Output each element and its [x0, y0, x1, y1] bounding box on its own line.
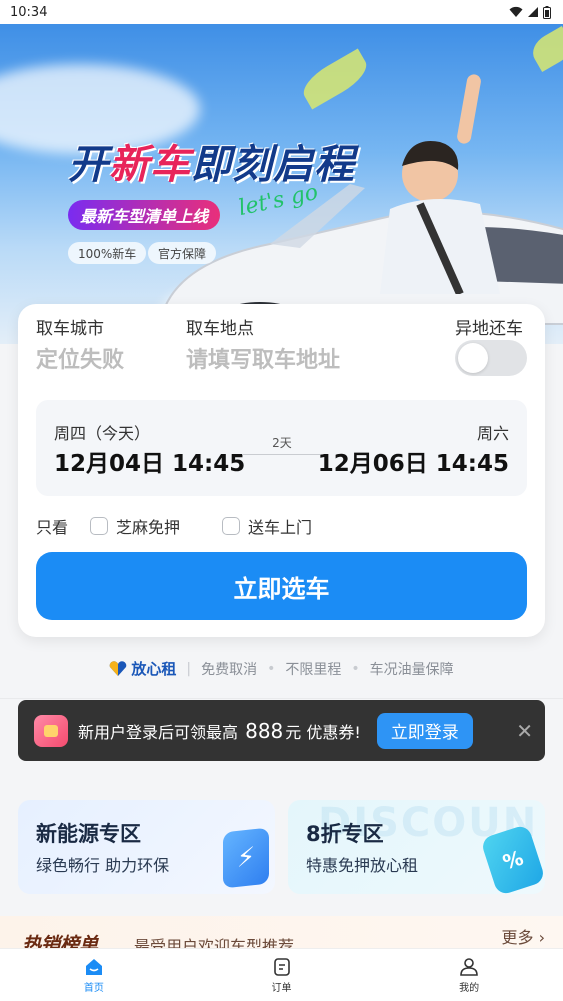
promo-discount[interactable]: DISCOUN 8折专区 特惠免押放心租 % [288, 800, 545, 894]
driver-illustration [380, 74, 500, 294]
order-list-icon [273, 957, 290, 976]
tab-label: 首页 [83, 982, 104, 994]
tab-home[interactable]: 首页 [0, 949, 188, 1001]
hero-chip-new-car: 100%新车 [68, 242, 147, 264]
pickup-location-label: 取车地点 [186, 319, 254, 339]
start-datetime[interactable]: 12月04日 14:45 [54, 444, 245, 478]
promo-subtitle: 绿色畅行 助力环保 [36, 856, 170, 875]
filter-option-label: 芝麻免押 [116, 518, 181, 537]
hero-chip-official: 官方保障 [148, 242, 217, 264]
checkbox-icon[interactable] [90, 517, 108, 535]
tab-label: 订单 [271, 982, 292, 994]
trust-guarantees: 放心租 | 免费取消 • 不限里程 • 车况油量保障 [0, 658, 563, 679]
rental-duration: 2天 [272, 436, 292, 450]
promo-title: 8折专区 [306, 822, 384, 846]
status-bar: 10:34 [0, 0, 563, 24]
tab-label: 我的 [459, 982, 480, 994]
user-icon [460, 957, 478, 976]
separator: • [267, 660, 276, 677]
pickup-city-value[interactable]: 定位失败 [36, 342, 124, 374]
filter-zhima-deposit-free[interactable]: 芝麻免押 [90, 514, 180, 538]
tab-profile[interactable]: 我的 [375, 949, 563, 1001]
hero-subtitle: 最新车型清单上线 [68, 200, 221, 230]
bottom-tab-bar: 首页 订单 我的 [0, 948, 563, 1001]
signal-icon [528, 7, 538, 17]
toggle-knob [458, 343, 488, 373]
filter-home-delivery[interactable]: 送车上门 [222, 514, 312, 538]
end-datetime[interactable]: 12月06日 14:45 [318, 444, 509, 478]
date-range-selector[interactable]: 周四（今天） 12月04日 14:45 2天 周六 12月06日 14:45 [36, 400, 527, 496]
tab-orders[interactable]: 订单 [188, 949, 376, 1001]
promo-title: 新能源专区 [36, 822, 141, 846]
gift-coupon-icon [34, 714, 68, 747]
hot-list-header: 热销榜单 最受用户欢迎车型推荐 更多 › [0, 916, 563, 956]
hero-banner[interactable]: 开新车即刻启程 最新车型清单上线 let's go 100%新车 官方保障 [0, 24, 563, 344]
trust-brand: 放心租 [109, 658, 176, 679]
checkbox-icon[interactable] [222, 517, 240, 535]
separator: • [351, 660, 360, 677]
separator: | [186, 660, 192, 677]
home-icon [85, 958, 102, 975]
promo-new-energy[interactable]: 新能源专区 绿色畅行 助力环保 ⚡ [18, 800, 275, 894]
status-time: 10:34 [10, 4, 48, 20]
end-weekday: 周六 [476, 424, 509, 443]
app-screen: 10:34 开新车即刻启程 最新车型清单上线 let's go 100%新车 官… [0, 0, 563, 1001]
section-divider [0, 698, 563, 699]
promo-subtitle: 特惠免押放心租 [306, 856, 419, 875]
return-elsewhere-toggle[interactable] [455, 340, 527, 376]
heart-check-icon [110, 660, 127, 676]
start-weekday: 周四（今天） [54, 424, 151, 443]
pickup-city-label: 取车城市 [36, 319, 104, 339]
leaf-decoration [527, 26, 563, 72]
return-elsewhere-label: 异地还车 [455, 319, 523, 339]
close-icon[interactable]: ✕ [516, 719, 533, 743]
trust-item-condition-guarantee: 车况油量保障 [369, 661, 454, 678]
wifi-icon [509, 6, 523, 17]
trust-item-free-cancel: 免费取消 [201, 661, 258, 678]
pickup-location-input[interactable]: 请填写取车地址 [186, 342, 340, 374]
filter-option-label: 送车上门 [248, 518, 313, 537]
lightning-icon: ⚡ [223, 827, 269, 889]
more-link[interactable]: 更多 › [502, 924, 546, 948]
battery-icon [543, 5, 551, 19]
duration-arrow [242, 454, 322, 455]
leaf-decoration [297, 48, 373, 110]
login-promo-banner: 新用户登录后可领最高 888 元 优惠券! 立即登录 ✕ [18, 700, 545, 761]
booking-card: 取车城市 定位失败 取车地点 请填写取车地址 异地还车 周四（今天） 12月04… [18, 304, 545, 637]
login-promo-text: 新用户登录后可领最高 888 元 优惠券! [78, 718, 361, 743]
status-icons [509, 5, 551, 19]
login-button[interactable]: 立即登录 [376, 712, 473, 749]
select-car-button[interactable]: 立即选车 [36, 552, 527, 620]
trust-item-unlimited-mileage: 不限里程 [285, 661, 342, 678]
filter-label: 只看 [36, 518, 69, 537]
